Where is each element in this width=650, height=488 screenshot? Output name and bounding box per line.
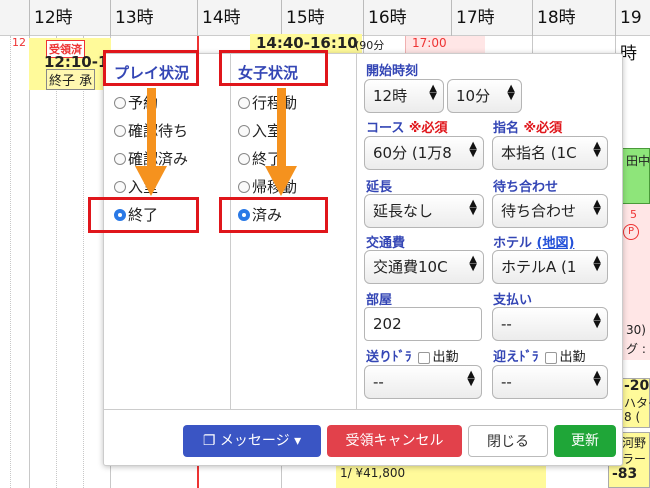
booking-note: ラー — [622, 452, 647, 466]
booking-time: -20 — [624, 378, 650, 394]
radio-icon[interactable] — [114, 124, 126, 137]
arrow-down-icon — [135, 88, 167, 196]
hour-label: 15時 — [281, 0, 325, 36]
course-label: コース ※必須 — [366, 121, 448, 136]
updown-icon: ▲ ▼ — [469, 140, 477, 159]
booking-time: -83 — [612, 466, 638, 482]
annotation-box — [219, 50, 328, 86]
radio-icon[interactable] — [238, 124, 250, 137]
payment-select[interactable]: -- ▲ ▼ — [492, 307, 608, 341]
booking-amount: 1/ ¥41,800 — [340, 466, 406, 480]
updown-icon: ▲ ▼ — [593, 311, 601, 330]
hour-label: 12時 — [29, 0, 73, 36]
radio-icon[interactable] — [114, 180, 126, 193]
booking-name: 田中 — [626, 154, 650, 168]
update-button[interactable]: 更新 — [554, 425, 616, 457]
send-driver-select[interactable]: -- ▲ ▼ — [364, 365, 482, 399]
booking-time: 17:00 — [412, 36, 447, 50]
caret-down-icon: ▾ — [289, 433, 302, 449]
extension-label: 延長 — [366, 180, 393, 195]
radio-icon[interactable] — [238, 152, 250, 165]
booking-note: 8 ( — [624, 410, 641, 424]
hotel-label: ホテル (地図) — [493, 236, 575, 251]
booking-duration: (90分 — [355, 39, 385, 52]
booking-note: グ : — [626, 342, 646, 356]
copy-icon: ❐ — [202, 433, 220, 449]
close-button[interactable]: 閉じる — [468, 425, 548, 457]
annotation-box — [88, 197, 199, 233]
hour-label: 17時 — [451, 0, 495, 36]
updown-icon: ▲ ▼ — [593, 198, 601, 217]
start-minute-select[interactable]: 10分 ▲ ▼ — [447, 79, 522, 113]
room-input[interactable]: 202 — [364, 307, 482, 341]
updown-icon: ▲ ▼ — [429, 83, 437, 102]
hour-label: 19時 — [615, 0, 650, 64]
updown-icon: ▲ ▼ — [507, 83, 515, 102]
updown-icon: ▲ ▼ — [469, 198, 477, 217]
extension-select[interactable]: 延長なし ▲ ▼ — [364, 194, 484, 228]
updown-icon: ▲ ▼ — [593, 369, 601, 388]
booking-name: ハタイ — [624, 396, 650, 410]
send-depart-checkbox[interactable] — [417, 351, 430, 364]
meeting-label: 待ち合わせ — [493, 180, 559, 195]
pick-driver-label: 迎えﾄﾞﾗ 出勤 — [493, 350, 586, 365]
nomination-label: 指名 ※必須 — [493, 121, 563, 136]
hotel-select[interactable]: ホテルA (1 ▲ ▼ — [492, 250, 608, 284]
start-hour-select[interactable]: 12時 ▲ ▼ — [364, 79, 444, 113]
hour-label: 18時 — [532, 0, 576, 36]
send-driver-label: 送りﾄﾞﾗ 出勤 — [366, 350, 459, 365]
booking-name: 河野 — [622, 436, 647, 450]
updown-icon: ▲ ▼ — [467, 369, 475, 388]
updown-icon: ▲ ▼ — [469, 254, 477, 273]
radio-icon[interactable] — [114, 96, 126, 109]
transport-label: 交通費 — [366, 236, 406, 251]
room-label: 部屋 — [366, 293, 393, 308]
hour-header: 12時 13時 14時 15時 16時 17時 18時 19時 — [0, 0, 650, 64]
radio-icon[interactable] — [114, 152, 126, 165]
pick-driver-select[interactable]: -- ▲ ▼ — [492, 365, 608, 399]
booking-edit-popup: プレイ状況 予約 確認待ち 確認済み 入室 終了 女子状況 行程動 入室 終了 … — [103, 53, 623, 466]
transport-select[interactable]: 交通費10C ▲ ▼ — [364, 250, 484, 284]
booking-note: 5 — [630, 208, 637, 221]
hour-label: 14時 — [197, 0, 241, 36]
start-time-label: 開始時刻 — [366, 64, 419, 79]
booking-note: 30) — [626, 323, 646, 337]
nomination-select[interactable]: 本指名 (1C ▲ ▼ — [492, 136, 608, 170]
radio-icon[interactable] — [238, 180, 250, 193]
hour-label: 13時 — [110, 0, 154, 36]
meeting-select[interactable]: 待ち合わせ ▲ ▼ — [492, 194, 608, 228]
annotation-box — [219, 197, 328, 233]
radio-icon[interactable] — [238, 96, 250, 109]
booking-line: 終子 承 — [46, 69, 96, 90]
payment-label: 支払い — [493, 293, 533, 308]
hour-label: 16時 — [363, 0, 407, 36]
annotation-box — [103, 50, 199, 86]
cancel-receipt-button[interactable]: 受領キャンセル — [327, 425, 462, 457]
arrow-down-icon — [265, 88, 297, 196]
pick-depart-checkbox[interactable] — [544, 351, 557, 364]
course-select[interactable]: 60分 (1万8 ▲ ▼ — [364, 136, 484, 170]
popup-footer: ❐ メッセージ ▾ 受領キャンセル 閉じる 更新 — [104, 409, 622, 465]
updown-icon: ▲ ▼ — [593, 254, 601, 273]
updown-icon: ▲ ▼ — [593, 140, 601, 159]
message-button[interactable]: ❐ メッセージ ▾ — [183, 425, 321, 457]
hotel-map-link[interactable]: (地図) — [537, 236, 575, 251]
